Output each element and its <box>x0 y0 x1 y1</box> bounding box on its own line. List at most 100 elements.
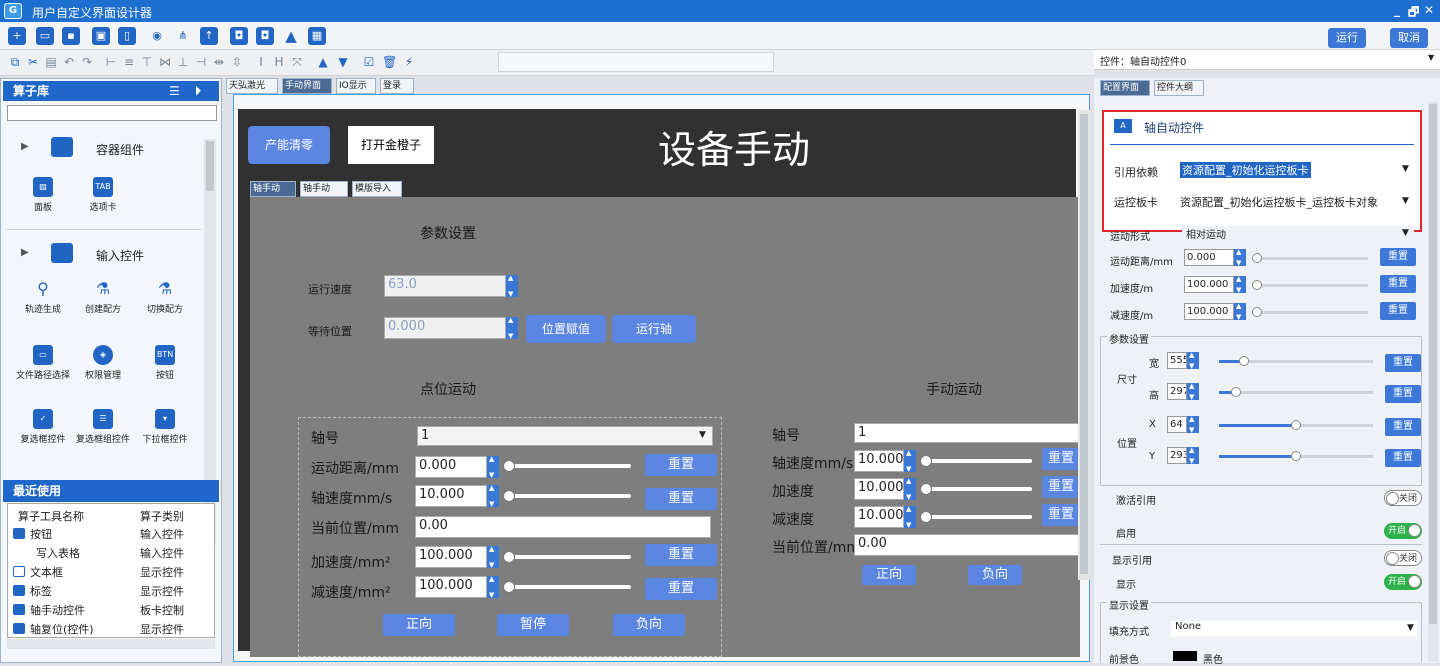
distance-slider-knob[interactable] <box>1252 253 1262 263</box>
dec-input[interactable]: 100.000 <box>1184 303 1234 320</box>
wait-pos-input[interactable]: 0.000 <box>384 317 506 339</box>
upload-icon[interactable]: ↑ <box>200 27 218 45</box>
component-permission[interactable]: ◈ 权限管理 <box>73 345 133 382</box>
manual-dec-reset-button[interactable]: 重置 <box>1042 504 1080 526</box>
x-reset-button[interactable]: 重置 <box>1385 418 1421 436</box>
warning-icon[interactable]: ▲ <box>282 27 300 45</box>
toolbox-icon[interactable]: ▣ <box>92 27 110 45</box>
manual-motion-control[interactable]: 轴号 1 轴速度mm/s 10.000 重置 加速度 10.000 重置 减速度… <box>770 417 1080 597</box>
ref-select[interactable]: 资源配置_初始化运控板卡 <box>1180 162 1311 178</box>
show-ref-toggle[interactable]: 关闭 <box>1384 550 1422 566</box>
width-input[interactable]: 555 <box>1167 352 1187 369</box>
new-icon[interactable]: + <box>8 27 26 45</box>
manual-acc-knob[interactable] <box>920 483 932 495</box>
paste-icon[interactable]: ▤ <box>44 55 58 69</box>
component-checkbox[interactable]: ✓ 复选框控件 <box>13 409 73 446</box>
share-icon[interactable]: ⋔ <box>174 27 192 45</box>
manual-speed-spinner[interactable] <box>904 449 916 473</box>
close-button[interactable]: ✕ <box>1424 3 1434 17</box>
run-axis-button[interactable]: 运行轴 <box>612 315 696 343</box>
height-input[interactable]: 297 <box>1167 383 1187 400</box>
minimize-button[interactable]: _ <box>1394 3 1400 17</box>
acc-reset-button[interactable]: 重置 <box>645 544 717 566</box>
align-top-icon[interactable]: ⊤ <box>140 55 154 69</box>
manual-axis-input[interactable]: 1 <box>854 423 1080 443</box>
y-reset-button[interactable]: 重置 <box>1385 449 1421 467</box>
manual-speed-input[interactable]: 10.000 <box>854 450 904 472</box>
dec-slider-knob[interactable] <box>503 581 515 593</box>
align-left-icon[interactable]: ⊢ <box>104 55 118 69</box>
tab-login[interactable]: 登录 <box>380 78 414 94</box>
tab-axis-manual-2[interactable]: 轴手动 <box>300 181 348 197</box>
height-reset-button[interactable]: 重置 <box>1385 385 1421 403</box>
cancel-button[interactable]: 取消 <box>1390 28 1428 48</box>
align-middle-icon[interactable]: ⋈ <box>158 55 172 69</box>
pause-button[interactable]: 暂停 <box>497 614 569 636</box>
height-slider-knob[interactable] <box>1231 387 1241 397</box>
chevron-down-icon[interactable]: ▼ <box>1402 196 1409 206</box>
manual-dec-input[interactable]: 10.000 <box>854 506 904 528</box>
acc-input[interactable]: 100.000 <box>415 546 487 568</box>
speed-slider-knob[interactable] <box>503 490 515 502</box>
camera-icon[interactable]: ◘ <box>230 27 248 45</box>
distance-input[interactable]: 0.000 <box>415 456 487 478</box>
control-selector[interactable]: 控件：轴自动控件0 ▼ <box>1094 50 1440 70</box>
table-row[interactable]: 轴复位(控件) 显示控件 <box>8 619 214 638</box>
distance-slider[interactable] <box>1254 257 1368 260</box>
send-back-icon[interactable]: ▼ <box>336 55 350 69</box>
tab-axis-manual[interactable]: 轴手动 <box>250 181 296 197</box>
tab-config[interactable]: 配置界面 <box>1100 80 1150 96</box>
run-speed-spinner[interactable] <box>506 274 518 298</box>
redo-icon[interactable]: ↷ <box>80 55 94 69</box>
open-box-button[interactable]: 打开金橙子 <box>348 126 434 164</box>
show-toggle[interactable]: 开启 <box>1384 574 1422 590</box>
manual-acc-input[interactable]: 10.000 <box>854 478 904 500</box>
speed-slider[interactable] <box>507 494 631 498</box>
restore-button[interactable]: 🗗 <box>1408 3 1419 24</box>
component-button[interactable]: BTN 按钮 <box>135 345 195 382</box>
menu-icon[interactable]: ☰ <box>169 81 180 101</box>
component-file-path[interactable]: ▭ 文件路径选择 <box>13 345 73 382</box>
component-tab[interactable]: TAB 选项卡 <box>73 177 133 214</box>
distribute-h-icon[interactable]: ⇹ <box>212 55 226 69</box>
acc-slider-knob[interactable] <box>1252 280 1262 290</box>
width-spinner[interactable] <box>1187 351 1199 370</box>
enable-toggle[interactable]: 开启 <box>1384 523 1422 539</box>
distance-spinner[interactable] <box>487 455 499 479</box>
delete-icon[interactable]: 🗑 <box>382 55 397 69</box>
acc-input[interactable]: 100.000 <box>1184 276 1234 293</box>
height-spinner[interactable] <box>1187 382 1199 401</box>
acc-reset-button[interactable]: 重置 <box>1380 275 1416 293</box>
component-switch-recipe[interactable]: ⚗ 切换配方 <box>135 279 195 316</box>
y-input[interactable]: 293 <box>1167 447 1187 464</box>
acc-spinner[interactable] <box>487 545 499 569</box>
tab-io[interactable]: IO显示 <box>336 78 376 94</box>
manual-speed-knob[interactable] <box>920 455 932 467</box>
run-speed-input[interactable]: 63.0 <box>384 275 506 297</box>
acc-slider[interactable] <box>507 555 631 559</box>
component-track[interactable]: ⚲ 轨迹生成 <box>13 279 73 316</box>
dec-reset-button[interactable]: 重置 <box>645 578 717 600</box>
select-all-icon[interactable]: ☑ <box>362 55 376 69</box>
canvas-vscrollbar[interactable] <box>1078 110 1090 580</box>
chevron-down-icon[interactable]: ▼ <box>1407 623 1414 633</box>
acc-slider[interactable] <box>1254 284 1368 287</box>
device-icon[interactable]: ▯ <box>118 27 136 45</box>
forward-button[interactable]: 正向 <box>383 614 455 636</box>
run-button[interactable]: 运行 <box>1328 28 1366 48</box>
fg-swatch[interactable] <box>1173 651 1197 661</box>
manual-speed-slider[interactable] <box>924 459 1032 463</box>
x-slider-knob[interactable] <box>1291 420 1301 430</box>
width-slider-knob[interactable] <box>1239 356 1249 366</box>
table-row[interactable]: 标签 显示控件 <box>8 581 214 600</box>
clear-icon[interactable]: ⚡ <box>402 55 416 69</box>
manual-dec-spinner[interactable] <box>904 505 916 529</box>
component-create-recipe[interactable]: ⚗ 创建配方 <box>73 279 133 316</box>
align-center-icon[interactable]: ≡ <box>122 55 136 69</box>
dec-spinner[interactable] <box>1234 302 1246 321</box>
speed-spinner[interactable] <box>487 484 499 508</box>
height-slider[interactable] <box>1219 391 1373 394</box>
axis-select[interactable]: 1 <box>417 426 713 446</box>
y-spinner[interactable] <box>1187 446 1199 465</box>
save-icon[interactable]: ▪ <box>62 27 80 45</box>
